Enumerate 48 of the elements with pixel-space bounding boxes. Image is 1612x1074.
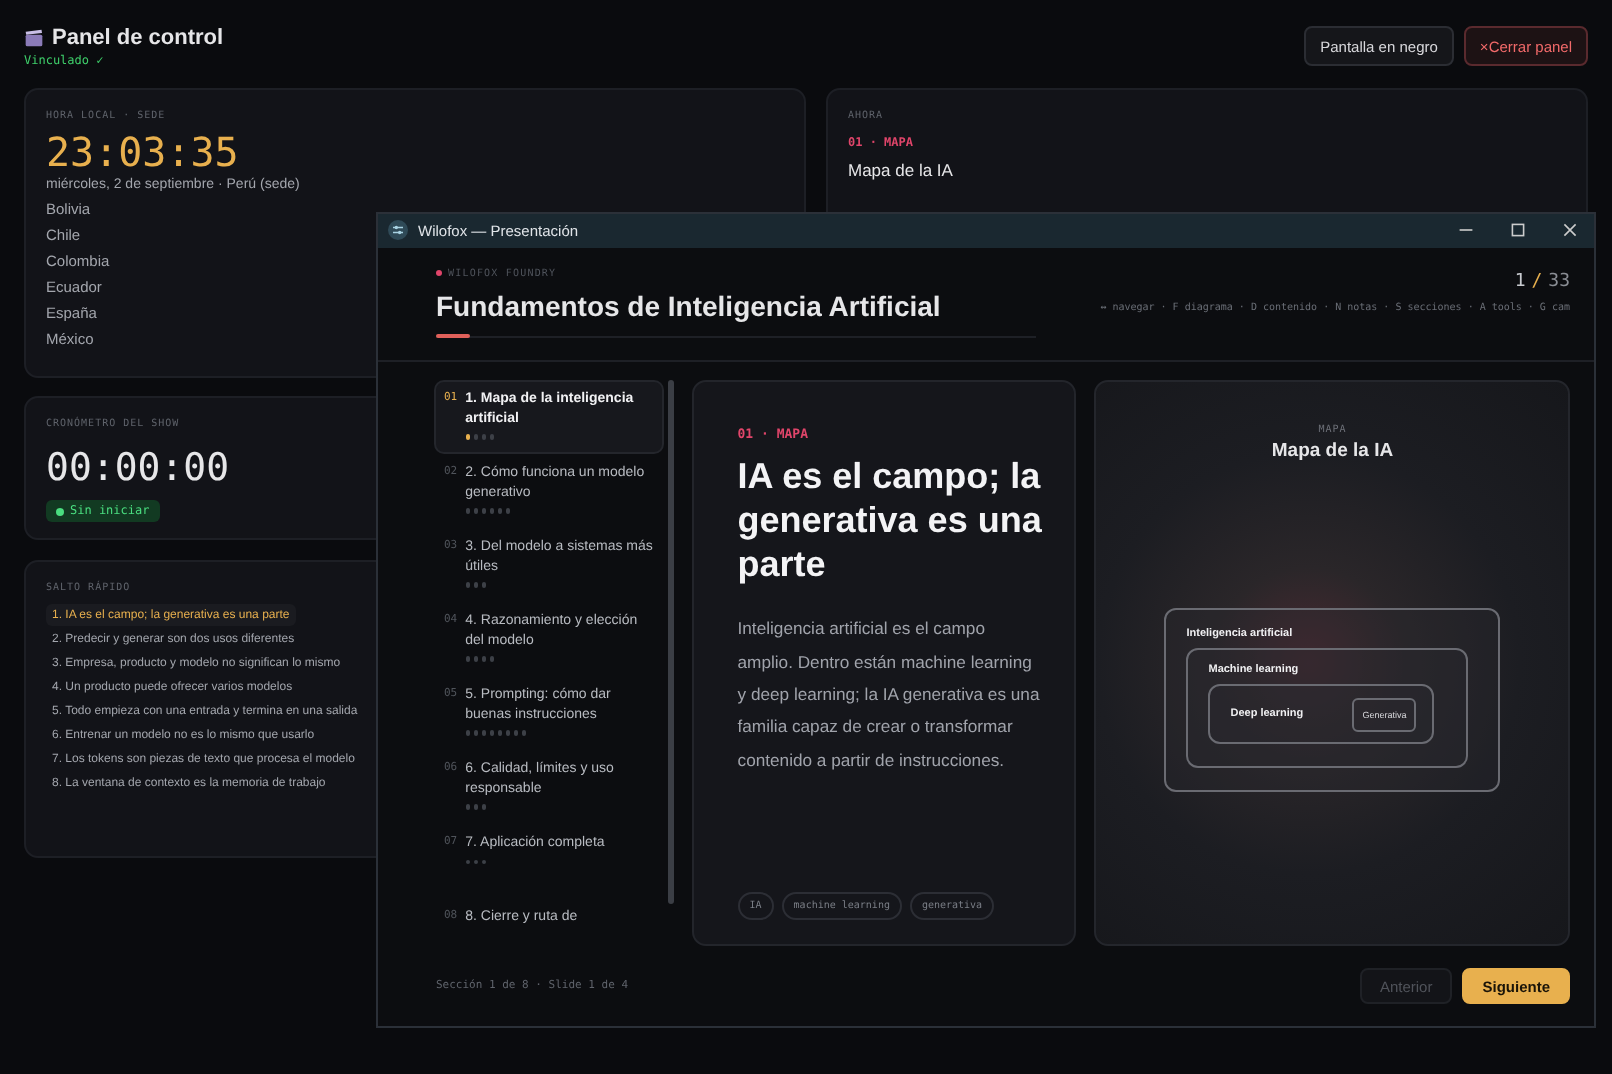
slide-dot[interactable] <box>497 508 503 514</box>
slide-dot[interactable] <box>473 730 479 736</box>
slide-dot[interactable] <box>505 508 511 514</box>
slide-dot[interactable] <box>473 582 479 588</box>
slide-dot[interactable] <box>465 859 471 865</box>
slide-dot[interactable] <box>465 804 471 810</box>
stopwatch-time: 00:00:00 <box>46 446 230 490</box>
slide-dot[interactable] <box>489 434 495 440</box>
slide-dot[interactable] <box>481 434 487 440</box>
clapperboard-icon <box>24 28 44 48</box>
slide-dot[interactable] <box>489 730 495 736</box>
slide-dot[interactable] <box>473 804 479 810</box>
local-clock: 23:03:35 <box>46 128 239 176</box>
slide-dot[interactable] <box>481 730 487 736</box>
panel-title: Panel de control <box>52 26 224 50</box>
slide-dot[interactable] <box>473 508 479 514</box>
slide-dot[interactable] <box>473 434 479 440</box>
slide-dot[interactable] <box>473 656 479 662</box>
slide-dot[interactable] <box>481 656 487 662</box>
slide-dot[interactable] <box>505 730 511 736</box>
maximize-icon[interactable] <box>1510 222 1526 239</box>
slide-dot[interactable] <box>465 730 471 736</box>
slide-dot[interactable] <box>521 730 527 736</box>
slide-dot[interactable] <box>465 582 471 588</box>
slide-dot[interactable] <box>465 508 471 514</box>
slide-dot[interactable] <box>489 656 495 662</box>
page-separator: / <box>1531 271 1543 292</box>
sliders-icon <box>388 220 408 241</box>
slide-dot[interactable] <box>481 582 487 588</box>
diagram-title: Mapa de la IA <box>1271 440 1394 463</box>
deck-title: Fundamentos de Inteligencia Artificial <box>436 289 943 322</box>
slide-body: Inteligencia artificial es el campo amplio. Dentro están machine learning y deep learning; la IA generativa es una familia capaz de crear o transformar contenido a partir de instrucciones. <box>737 616 1042 774</box>
slide-dot[interactable] <box>489 508 495 514</box>
slide-dot[interactable] <box>481 859 487 865</box>
slide-heading: IA es el campo; la generativa es una parte <box>737 456 1043 589</box>
page-number: 1 <box>1514 271 1526 292</box>
slide-dot[interactable] <box>513 730 519 736</box>
slide-dot[interactable] <box>465 434 471 440</box>
scrollbar-thumb[interactable] <box>667 380 674 905</box>
slide-dot[interactable] <box>497 730 503 736</box>
slide-dot[interactable] <box>465 656 471 662</box>
page-total: 33 <box>1548 271 1570 292</box>
accent-bar <box>436 334 470 339</box>
current-slide-title: Mapa de la IA <box>848 160 953 180</box>
close-icon[interactable] <box>1562 222 1578 239</box>
slide-dot[interactable] <box>481 804 487 810</box>
slide-dot[interactable] <box>473 859 479 865</box>
slide-dot[interactable] <box>481 508 487 514</box>
